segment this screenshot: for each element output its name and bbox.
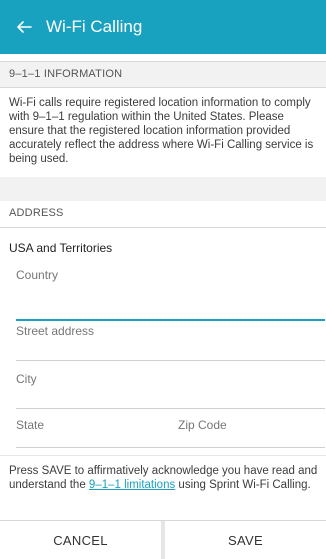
acknowledgement-note: Press SAVE to affirmatively acknowledge … [9, 465, 321, 492]
arrow-left-icon [17, 21, 32, 33]
city-underline [16, 408, 325, 409]
page-title: Wi-Fi Calling [46, 17, 143, 36]
address-section-header: ADDRESS [0, 201, 326, 228]
state-zip-underline [16, 447, 325, 448]
limitations-link[interactable]: 9–1–1 limitations [89, 479, 175, 491]
zip-code-field[interactable]: Zip Code [178, 418, 318, 432]
cancel-button[interactable]: CANCEL [0, 521, 161, 559]
save-button[interactable]: SAVE [165, 521, 326, 559]
region-label: USA and Territories [9, 241, 113, 255]
info-text: Wi-Fi calls require registered location … [9, 97, 314, 165]
street-address-field[interactable]: Street address [16, 324, 325, 338]
city-field[interactable]: City [16, 372, 325, 386]
note-text-after: using Sprint Wi-Fi Calling. [175, 478, 311, 491]
info-section-header: 9–1–1 INFORMATION [0, 61, 326, 88]
back-button[interactable] [4, 0, 44, 54]
country-field[interactable]: Country [16, 268, 325, 282]
wifi-calling-screen: Wi-Fi Calling 9–1–1 INFORMATION Wi-Fi ca… [0, 0, 326, 559]
country-field-underline [16, 319, 325, 321]
state-field[interactable]: State [16, 418, 156, 432]
divider [0, 455, 326, 456]
street-address-underline [16, 360, 325, 361]
bottom-action-bar: CANCEL SAVE [0, 520, 326, 559]
section-spacer [0, 177, 326, 202]
app-bar: Wi-Fi Calling [0, 0, 326, 54]
